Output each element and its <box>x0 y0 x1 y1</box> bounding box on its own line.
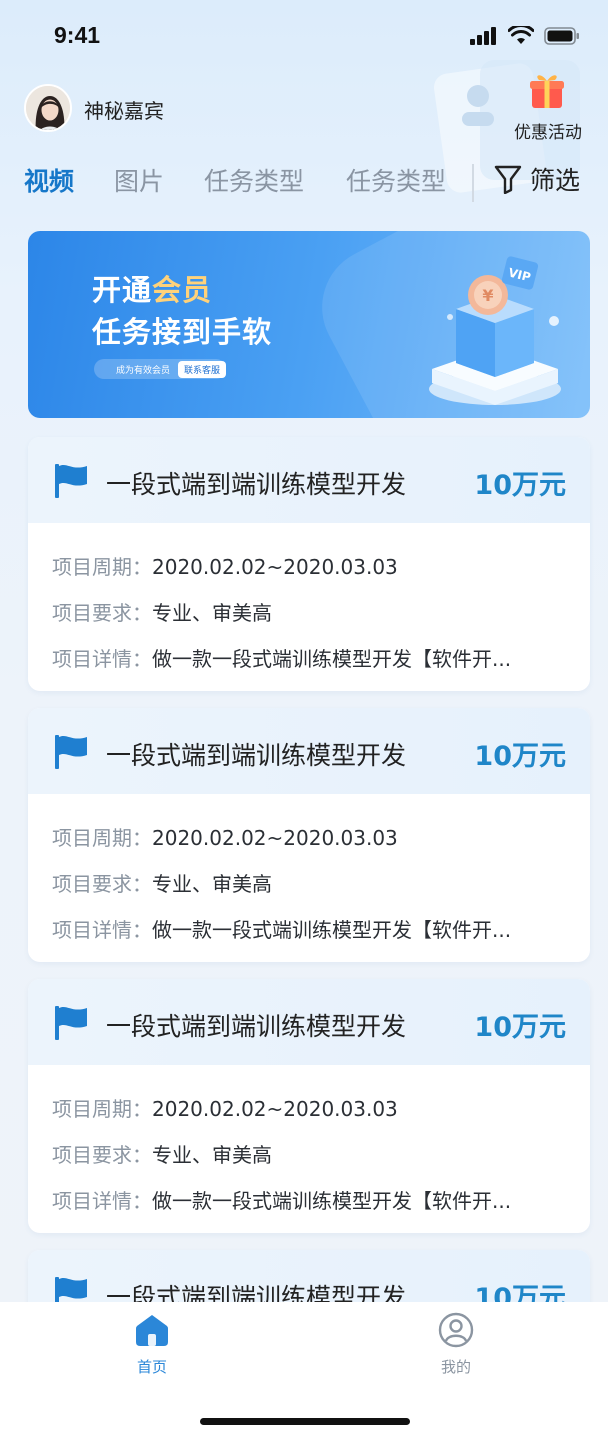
project-requirement-row: 项目要求：专业、审美高 <box>52 868 272 897</box>
detail-label: 项目详情： <box>52 1189 152 1213</box>
project-requirement-row: 项目要求：专业、审美高 <box>52 597 272 626</box>
project-price: 10万元 <box>474 470 566 501</box>
period-label: 项目周期： <box>52 555 152 579</box>
bottom-nav: 首页 我的 <box>0 1302 608 1440</box>
project-requirement-row: 项目要求：专业、审美高 <box>52 1139 272 1168</box>
svg-text:¥: ¥ <box>482 286 493 305</box>
contact-service-button[interactable]: 联系客服 <box>178 360 227 378</box>
project-title: 一段式端到端训练模型开发 <box>106 470 407 499</box>
battery-icon <box>544 26 579 45</box>
tab-image[interactable]: 图片 <box>114 162 164 198</box>
project-period-row: 项目周期：2020.02.02~2020.03.03 <box>52 551 398 580</box>
detail-value: 做一款一段式端训练模型开发【软件开... <box>152 918 512 942</box>
banner-title-member: 会员 <box>152 273 213 307</box>
nav-home-label: 首页 <box>136 1358 167 1376</box>
banner-title: 开通会员 <box>92 267 212 309</box>
status-time: 9:41 <box>54 22 101 48</box>
project-price: 10万元 <box>474 1012 566 1043</box>
banner-subtitle: 任务接到手软 <box>92 315 273 349</box>
flag-icon <box>55 735 87 769</box>
project-card[interactable]: 一段式端到端训练模型开发 10万元 项目周期：2020.02.02~2020.0… <box>28 437 590 691</box>
requirement-value: 专业、审美高 <box>152 601 272 625</box>
username: 神秘嘉宾 <box>84 99 164 123</box>
period-label: 项目周期： <box>52 826 152 850</box>
promo-label: 优惠活动 <box>514 123 582 143</box>
filter-button[interactable]: 筛选 <box>494 160 580 198</box>
project-detail-row: 项目详情：做一款一段式端训练模型开发【软件开... <box>52 643 511 672</box>
nav-mine[interactable]: 我的 <box>416 1312 496 1382</box>
detail-label: 项目详情： <box>52 647 152 671</box>
status-bar: 9:41 <box>0 0 608 70</box>
category-tabs: 视频 图片 任务类型 任务类型 筛选 <box>0 158 608 202</box>
avatar[interactable] <box>24 84 72 132</box>
requirement-label: 项目要求： <box>52 1143 152 1167</box>
tab-task-type-2[interactable]: 任务类型 <box>346 162 446 198</box>
home-icon <box>136 1315 168 1346</box>
user-icon <box>438 1312 474 1348</box>
requirement-value: 专业、审美高 <box>152 1143 272 1167</box>
project-detail-row: 项目详情：做一款一段式端训练模型开发【软件开... <box>52 1185 511 1214</box>
avatar-image <box>26 86 70 130</box>
flag-icon <box>55 1006 87 1040</box>
period-value: 2020.02.02~2020.03.03 <box>152 555 398 579</box>
project-price: 10万元 <box>474 741 566 772</box>
status-icons <box>470 26 580 45</box>
nav-home[interactable]: 首页 <box>112 1312 192 1382</box>
nav-mine-label: 我的 <box>440 1358 471 1376</box>
project-card[interactable]: 一段式端到端训练模型开发 10万元 项目周期：2020.02.02~2020.0… <box>28 708 590 962</box>
requirement-label: 项目要求： <box>52 872 152 896</box>
filter-icon <box>494 165 522 194</box>
project-period-row: 项目周期：2020.02.02~2020.03.03 <box>52 1093 398 1122</box>
wifi-icon <box>508 26 534 44</box>
tab-task-type[interactable]: 任务类型 <box>204 162 304 198</box>
detail-value: 做一款一段式端训练模型开发【软件开... <box>152 1189 512 1213</box>
project-card[interactable]: 一段式端到端训练模型开发 10万元 项目周期：2020.02.02~2020.0… <box>28 979 590 1233</box>
project-title: 一段式端到端训练模型开发 <box>106 741 407 770</box>
banner-title-open: 开通 <box>92 273 153 307</box>
flag-icon <box>55 464 87 498</box>
banner-pill-text: 成为有效会员 <box>116 365 171 376</box>
banner-pill: 成为有效会员 联系客服 <box>94 359 227 379</box>
home-indicator <box>200 1418 410 1425</box>
period-value: 2020.02.02~2020.03.03 <box>152 826 398 850</box>
gift-icon <box>530 75 564 108</box>
signal-icon <box>470 26 496 45</box>
vip-box-illustration: ¥ VIP <box>429 256 561 405</box>
detail-label: 项目详情： <box>52 918 152 942</box>
tab-video[interactable]: 视频 <box>24 162 74 198</box>
requirement-label: 项目要求： <box>52 601 152 625</box>
membership-banner[interactable]: 开通会员 任务接到手软 成为有效会员 联系客服 ¥ VIP <box>28 231 590 418</box>
filter-label: 筛选 <box>530 166 581 195</box>
project-period-row: 项目周期：2020.02.02~2020.03.03 <box>52 822 398 851</box>
period-value: 2020.02.02~2020.03.03 <box>152 1097 398 1121</box>
tabs-divider <box>472 164 474 202</box>
promo-activity-button[interactable]: 优惠活动 <box>498 70 598 144</box>
period-label: 项目周期： <box>52 1097 152 1121</box>
detail-value: 做一款一段式端训练模型开发【软件开... <box>152 647 512 671</box>
requirement-value: 专业、审美高 <box>152 872 272 896</box>
project-detail-row: 项目详情：做一款一段式端训练模型开发【软件开... <box>52 914 511 943</box>
project-title: 一段式端到端训练模型开发 <box>106 1012 407 1041</box>
